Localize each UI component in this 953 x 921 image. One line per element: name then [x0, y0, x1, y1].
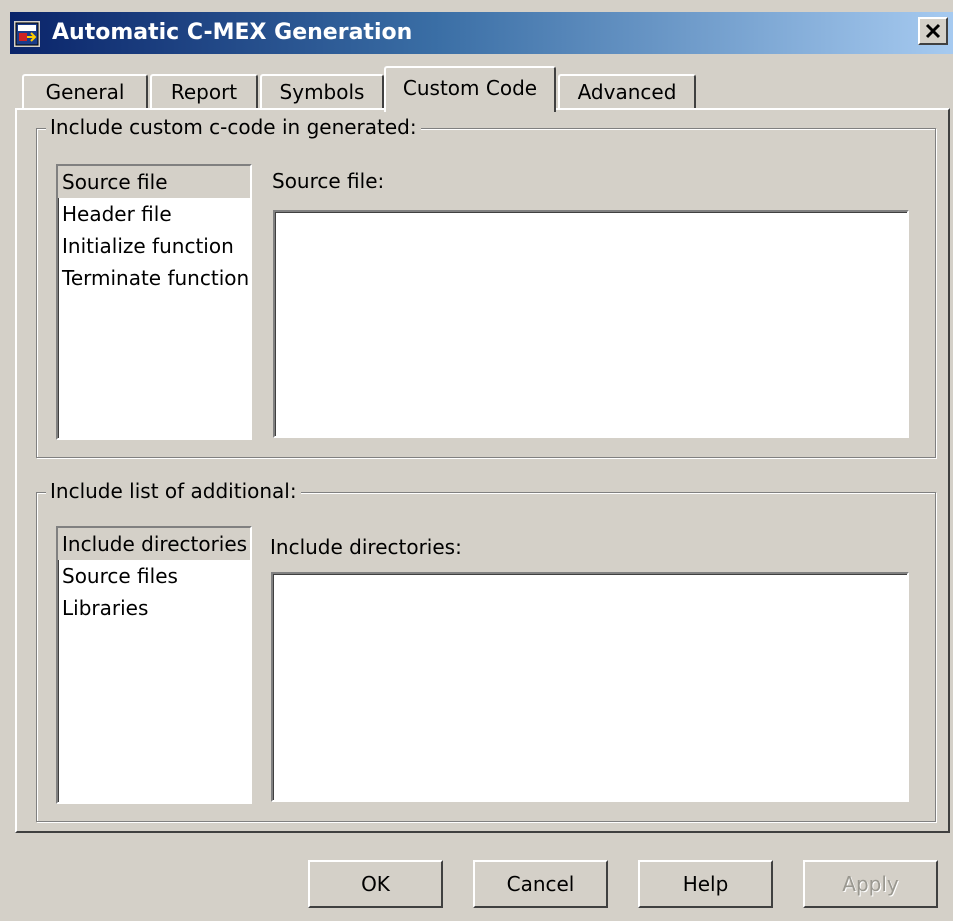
- tab-report[interactable]: Report: [150, 74, 258, 108]
- tab-label: Symbols: [279, 80, 365, 104]
- tab-label: General: [45, 80, 125, 104]
- tab-symbols[interactable]: Symbols: [260, 74, 384, 108]
- simulink-model-icon: [14, 21, 40, 47]
- apply-button[interactable]: Apply: [803, 860, 938, 908]
- cancel-button[interactable]: Cancel: [473, 860, 608, 908]
- list-item-source-files[interactable]: Source files: [58, 560, 250, 592]
- close-x-icon: [925, 23, 941, 39]
- include-directories-textarea[interactable]: [271, 572, 909, 802]
- active-tab-joint: [386, 106, 554, 112]
- list-item-source-file[interactable]: Source file: [58, 166, 250, 198]
- custom-code-list[interactable]: Source file Header file Initialize funct…: [56, 164, 252, 440]
- source-file-textarea[interactable]: [273, 210, 909, 438]
- list-item-libraries[interactable]: Libraries: [58, 592, 250, 624]
- list-item-include-directories[interactable]: Include directories: [58, 528, 250, 560]
- help-button[interactable]: Help: [638, 860, 773, 908]
- additional-group-title: Include list of additional:: [46, 479, 301, 503]
- tab-label: Custom Code: [402, 76, 538, 100]
- ok-button[interactable]: OK: [308, 860, 443, 908]
- window-title: Automatic C-MEX Generation: [52, 20, 413, 45]
- tab-advanced[interactable]: Advanced: [558, 74, 696, 108]
- source-file-label: Source file:: [272, 169, 385, 193]
- list-item-terminate-function[interactable]: Terminate function: [58, 262, 250, 294]
- additional-list[interactable]: Include directories Source files Librari…: [56, 526, 252, 804]
- close-button[interactable]: [918, 17, 948, 45]
- list-item-header-file[interactable]: Header file: [58, 198, 250, 230]
- list-item-initialize-function[interactable]: Initialize function: [58, 230, 250, 262]
- custom-code-group-title: Include custom c-code in generated:: [46, 115, 421, 139]
- include-directories-label: Include directories:: [270, 535, 462, 559]
- tab-label: Advanced: [577, 80, 677, 104]
- tab-label: Report: [170, 80, 238, 104]
- tab-general[interactable]: General: [22, 74, 148, 108]
